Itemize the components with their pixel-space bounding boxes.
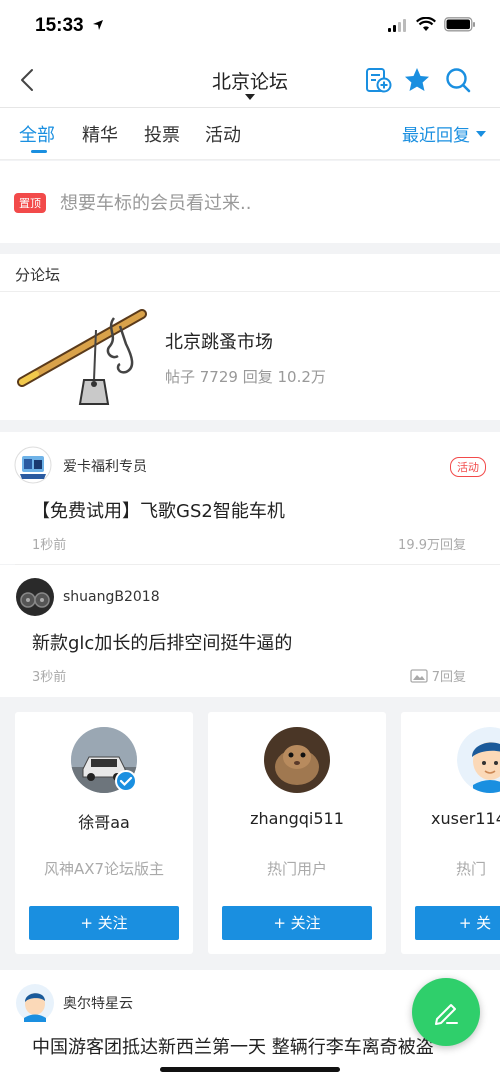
user-name[interactable]: zhangqi511 — [208, 809, 386, 828]
compose-post-button[interactable] — [412, 978, 480, 1046]
sort-label: 最近回复 — [402, 126, 470, 146]
user-role: 风神AX7论坛版主 — [43, 860, 165, 878]
sub-forum-name[interactable]: 北京跳蚤市场 — [165, 328, 273, 354]
tab-featured[interactable]: 精华 — [82, 121, 118, 147]
cartoon-avatar-icon — [457, 727, 500, 793]
follow-button[interactable]: + 关 — [415, 906, 500, 940]
recommended-user-card[interactable]: 徐哥aa 风神AX7论坛版主 + 关注 — [15, 712, 193, 954]
nav-bar: 北京论坛 — [0, 52, 500, 108]
post-title[interactable]: 中国游客团抵达新西兰第一天 整辆行李车离奇被盗 — [32, 1035, 472, 1061]
home-indicator — [160, 1067, 340, 1072]
status-time-text: 15:33 — [35, 15, 84, 36]
battery-icon — [444, 17, 475, 32]
post-list-add-icon[interactable] — [364, 66, 392, 94]
author-avatar[interactable] — [16, 984, 54, 1022]
sort-caret-icon — [476, 130, 486, 137]
tab-all[interactable]: 全部 — [19, 121, 55, 147]
follow-button[interactable]: + 关注 — [29, 906, 179, 940]
user-name[interactable]: xuser114 — [431, 809, 500, 828]
user-avatar[interactable] — [457, 727, 500, 793]
post-reply-count: 7回复 — [410, 666, 466, 685]
filter-tabs: 全部 精华 投票 活动 最近回复 — [0, 108, 500, 160]
follow-button[interactable]: + 关注 — [222, 906, 372, 940]
post-title[interactable]: 【免费试用】飞歌GS2智能车机 — [32, 497, 285, 523]
sort-dropdown[interactable]: 最近回复 — [402, 121, 486, 146]
title-dropdown-caret-icon[interactable] — [245, 94, 255, 100]
sub-forum-stats: 帖子 7729 回复 10.2万 — [165, 368, 326, 386]
activity-tag: 活动 — [450, 457, 486, 477]
post-time: 3秒前 — [32, 670, 67, 685]
status-time: 15:33 — [35, 15, 104, 37]
pencil-icon — [435, 1004, 458, 1025]
location-arrow-icon — [92, 20, 103, 30]
post-reply-count-text: 7回复 — [431, 670, 466, 685]
tab-activity[interactable]: 活动 — [205, 121, 241, 147]
user-avatar[interactable] — [264, 727, 330, 793]
animal-photo-icon — [264, 727, 330, 793]
author-name[interactable]: 奥尔特星云 — [63, 993, 133, 1013]
active-tab-indicator — [31, 150, 47, 153]
post-reply-count: 19.9万回复 — [398, 534, 466, 553]
favorite-star-icon[interactable] — [403, 66, 431, 94]
author-avatar[interactable] — [14, 446, 52, 484]
pinned-badge: 置顶 — [14, 193, 46, 213]
flea-market-scale-icon — [17, 309, 147, 405]
author-name[interactable]: shuangB2018 — [63, 589, 160, 605]
verified-badge-icon — [115, 770, 137, 792]
user-role: 热门 — [456, 860, 487, 878]
user-role: 热门用户 — [266, 860, 327, 878]
user-name[interactable]: 徐哥aa — [15, 809, 193, 833]
image-icon — [410, 668, 428, 683]
wifi-icon — [416, 17, 436, 31]
post-title[interactable]: 新款glc加长的后排空间挺牛逼的 — [32, 629, 292, 655]
sub-forum-header: 分论坛 — [0, 254, 500, 292]
tab-vote[interactable]: 投票 — [144, 121, 180, 147]
recommended-user-card[interactable]: zhangqi511 热门用户 + 关注 — [208, 712, 386, 954]
status-bar: 15:33 — [0, 0, 500, 52]
sub-forum-header-text: 分论坛 — [15, 266, 61, 284]
pinned-post-title[interactable]: 想要车标的会员看过来.. — [60, 189, 251, 215]
search-icon[interactable] — [444, 66, 472, 94]
author-name[interactable]: 爱卡福利专员 — [63, 456, 147, 476]
post-reply-count-text: 19.9万回复 — [398, 538, 466, 553]
post-time: 1秒前 — [32, 538, 67, 553]
recommended-user-card[interactable]: xuser114 热门 + 关 — [401, 712, 500, 954]
author-avatar[interactable] — [16, 578, 54, 616]
cellular-signal-icon — [388, 18, 406, 32]
